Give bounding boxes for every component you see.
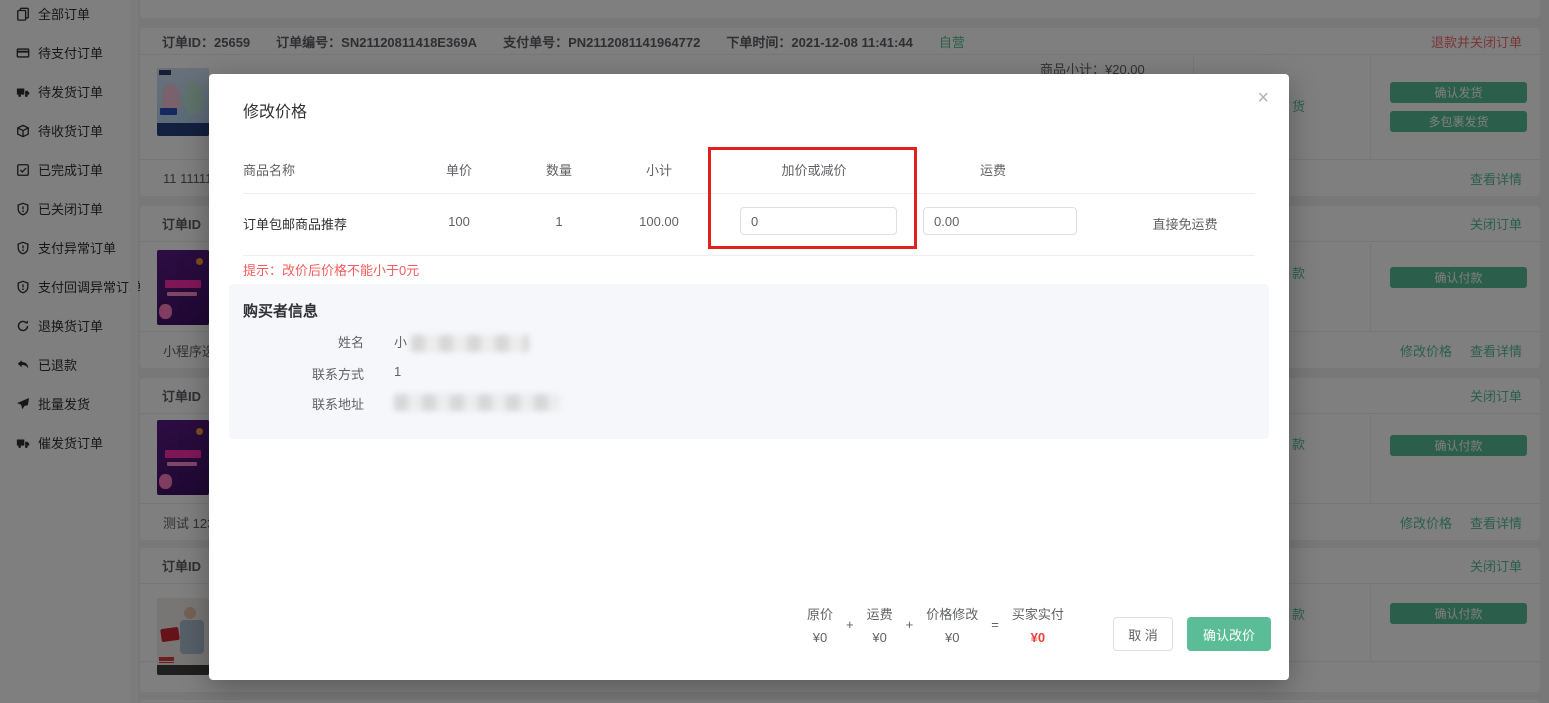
shipping-fee-input[interactable] xyxy=(923,207,1077,235)
col-header-subtotal: 小计 xyxy=(645,163,672,178)
name-visible-text: 小 xyxy=(394,335,408,350)
price-summary: 原价 ¥0 + 运费 ¥0 + 价格修改 ¥0 = 买家实付 ¥0 xyxy=(807,604,1064,645)
modify-price-modal: 修改价格 × 商品名称 单价 数量 小计 加价或减价 运费 订单包邮商品推荐 1… xyxy=(209,74,1289,680)
buyer-actual-pay-label: 买家实付 xyxy=(1011,607,1064,622)
table-divider xyxy=(243,255,1255,256)
col-header-product-name: 商品名称 xyxy=(243,163,296,178)
plus-operator: + xyxy=(846,617,854,632)
cell-subtotal: 100.00 xyxy=(639,214,679,229)
modal-title: 修改价格 xyxy=(243,104,308,121)
table-divider xyxy=(243,193,1255,194)
shipping-price-value: ¥0 xyxy=(872,630,887,645)
free-shipping-option[interactable]: 直接免运费 xyxy=(1140,214,1230,233)
buyer-info-panel xyxy=(229,284,1269,439)
address-label: 联系地址 xyxy=(311,397,364,412)
order-admin-page: 全部订单 待支付订单 待发货订单 待收货订单 已完成订单 已关闭订单 xyxy=(0,0,1549,703)
original-price-value: ¥0 xyxy=(812,630,828,645)
col-header-unit-price: 单价 xyxy=(445,163,472,178)
cell-quantity: 1 xyxy=(555,214,563,229)
close-icon[interactable]: × xyxy=(1257,88,1269,108)
equals-operator: = xyxy=(991,617,999,632)
buyer-actual-pay-value: ¥0 xyxy=(1030,630,1046,645)
buyer-info-title: 购买者信息 xyxy=(243,303,319,320)
plus-operator: + xyxy=(905,617,914,632)
original-price: 原价 ¥0 xyxy=(807,604,833,645)
price-warning-text: 提示：改价后价格不能小于0元 xyxy=(243,263,420,278)
address-redacted-block xyxy=(394,394,560,412)
modify-amount: 价格修改 ¥0 xyxy=(926,604,978,645)
address-value xyxy=(394,394,560,412)
contact-label: 联系方式 xyxy=(311,367,364,382)
shipping-price: 运费 ¥0 xyxy=(867,604,893,645)
buyer-actual-pay: 买家实付 ¥0 xyxy=(1012,604,1064,645)
col-header-quantity: 数量 xyxy=(545,163,572,178)
confirm-modify-button[interactable]: 确认改价 xyxy=(1187,617,1271,651)
adjust-price-input[interactable] xyxy=(740,207,897,235)
name-value: 小 xyxy=(394,332,529,353)
modify-amount-label: 价格修改 xyxy=(926,607,979,622)
cancel-button[interactable]: 取 消 xyxy=(1113,617,1173,651)
col-header-adjust: 加价或减价 xyxy=(781,163,847,178)
contact-value: 1 xyxy=(394,364,402,379)
shipping-price-label: 运费 xyxy=(866,607,893,622)
name-redacted-block xyxy=(410,335,529,353)
name-label: 姓名 xyxy=(337,335,364,350)
cell-product-name: 订单包邮商品推荐 xyxy=(243,217,348,232)
original-price-label: 原价 xyxy=(807,607,834,622)
cell-unit-price: 100 xyxy=(448,214,470,229)
modify-amount-value: ¥0 xyxy=(944,630,960,645)
col-header-shipping: 运费 xyxy=(979,163,1006,178)
